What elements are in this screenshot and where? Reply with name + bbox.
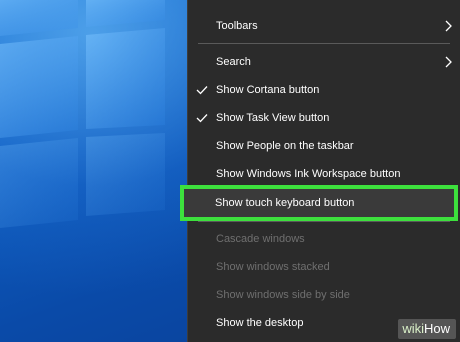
windows-logo-icon — [0, 0, 165, 228]
menu-item-label: Show Cortana button — [216, 84, 320, 96]
menu-item-label: Show windows stacked — [216, 261, 330, 273]
menu-separator — [198, 43, 450, 44]
menu-item-label: Show the desktop — [216, 317, 304, 329]
chevron-right-icon — [444, 9, 452, 43]
menu-item-label: Show touch keyboard button — [215, 197, 355, 209]
menu-item-toolbars[interactable]: Toolbars — [188, 9, 460, 43]
watermark-wiki-text: wiki — [402, 321, 424, 336]
menu-item-label: Show Windows Ink Workspace button — [216, 168, 401, 180]
menu-item-label: Search — [216, 56, 251, 68]
menu-item-label: Show windows side by side — [216, 289, 350, 301]
menu-item-label: Show People on the taskbar — [216, 140, 354, 152]
watermark-how-text: How — [423, 321, 450, 336]
menu-item-label: Cascade windows — [216, 233, 305, 245]
menu-item-label: Toolbars — [216, 20, 258, 32]
wikihow-watermark: wikiHow — [398, 319, 456, 339]
menu-item-show-touch-keyboard-button[interactable]: Show touch keyboard button — [180, 185, 458, 221]
taskbar-context-menu: Toolbars Search Show Cortana button Show… — [187, 0, 460, 342]
menu-item-label: Show Task View button — [216, 112, 330, 124]
